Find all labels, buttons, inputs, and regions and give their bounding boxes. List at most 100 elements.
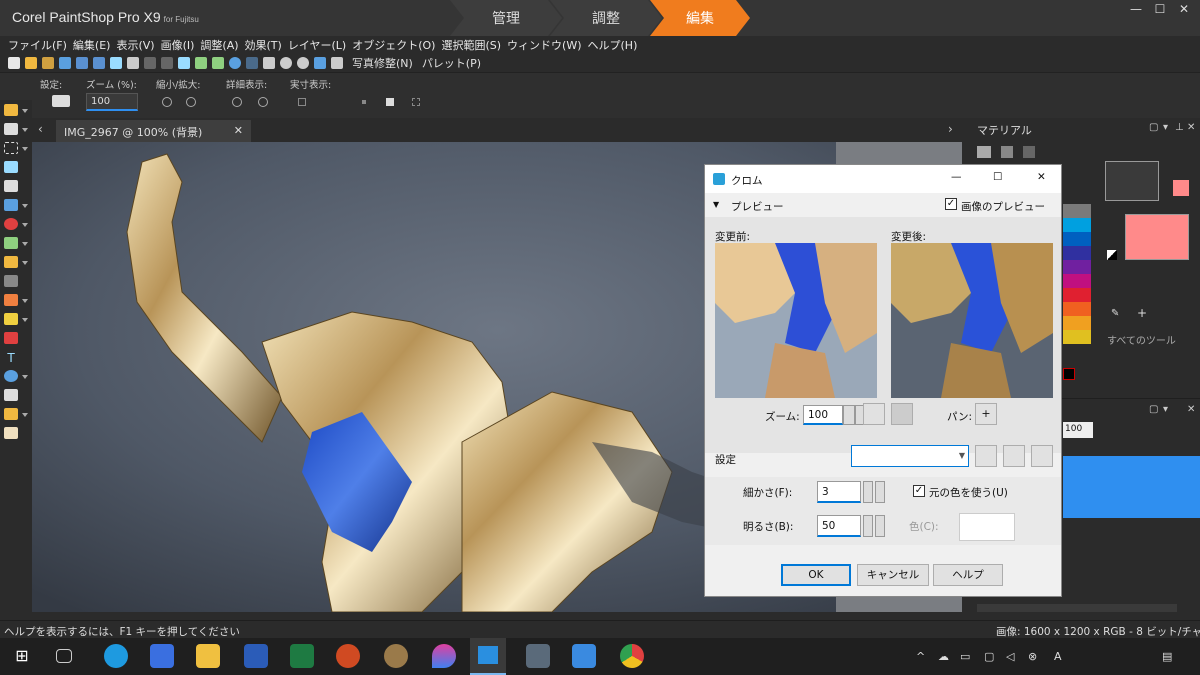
pan-button[interactable]: + [975,403,997,425]
redo-disabled-icon[interactable] [161,57,173,69]
pan-tool-icon[interactable] [4,104,18,116]
pick-tool-icon[interactable] [4,123,18,135]
preview-zoom-input[interactable]: 100 [803,405,843,425]
zoom-out-option-icon[interactable] [162,97,172,107]
shape-tool-icon[interactable] [4,370,18,382]
red-eye-tool-icon[interactable] [4,218,18,230]
color-swatch-disabled[interactable] [959,513,1015,541]
chevron-down-icon[interactable] [22,318,28,322]
chevron-down-icon[interactable] [22,223,28,227]
color-swatches[interactable] [1063,204,1091,344]
zoom-percent-input[interactable]: 100 [86,93,138,111]
tab-edit[interactable]: 編集 [650,0,750,36]
warp-tool-icon[interactable] [4,408,18,420]
brightness-spinner-icon[interactable] [863,515,873,537]
pin-icon[interactable]: ⊥ [1175,122,1184,133]
chrome-icon[interactable] [620,644,644,668]
menu-file[interactable]: ファイル(F) [8,37,67,53]
collapse-preview-icon[interactable]: ▼ [713,200,719,209]
makeover-tool-icon[interactable] [4,237,18,249]
save-preset-icon[interactable] [975,445,997,467]
drop-icon[interactable] [432,644,456,668]
panel-menu-icon[interactable]: ▾ [1163,122,1168,133]
zoom-actual-icon[interactable] [263,57,275,69]
dodge-tool-icon[interactable] [4,294,18,306]
calculator-icon[interactable] [526,644,550,668]
save-as-icon[interactable] [93,57,105,69]
photo-fix-menu[interactable]: 写真修整(N) [352,55,413,71]
hand-preset-icon[interactable] [52,95,70,107]
share-icon[interactable] [110,57,122,69]
zoom-fit-icon[interactable] [246,57,258,69]
eraser-tool-icon[interactable] [4,313,18,325]
zoom-out-icon[interactable] [280,57,292,69]
palette-menu[interactable]: パレット(P) [422,55,481,71]
preset-cube-icon[interactable] [1003,445,1025,467]
fit-window-icon[interactable] [412,98,420,106]
help-button[interactable]: ヘルプ [933,564,1003,586]
document-close-icon[interactable]: ✕ [234,124,243,137]
tray-chevron-up-icon[interactable]: ^ [916,650,930,663]
arrange-icon[interactable] [331,57,343,69]
selection-tool-icon[interactable] [4,142,18,154]
brightness-input[interactable]: 50 [817,515,861,537]
straighten-tool-icon[interactable] [4,199,18,211]
menu-edit[interactable]: 編集(E) [73,37,111,53]
background-color-swatch[interactable] [1125,214,1189,260]
crop-tool-icon[interactable] [4,180,18,192]
open-folder-icon[interactable] [25,57,37,69]
small-dot-icon[interactable] [362,100,366,104]
new-file-icon[interactable] [8,57,20,69]
mail-icon[interactable] [572,644,596,668]
chevron-down-icon[interactable] [22,375,28,379]
detail-spinner-icon[interactable] [863,481,873,503]
reset-preset-icon[interactable] [1031,445,1053,467]
mail-app-icon[interactable] [150,644,174,668]
close-button[interactable]: ✕ [1174,2,1194,16]
dialog-maximize-icon[interactable]: ☐ [993,171,1002,183]
tab-manage[interactable]: 管理 [450,0,562,36]
menu-layers[interactable]: レイヤー(L) [288,37,346,53]
undo-icon[interactable] [195,57,207,69]
ime-off-icon[interactable]: ⊗ [1028,650,1042,663]
swatch-grid-icon[interactable] [977,146,991,158]
scan-icon[interactable] [59,57,71,69]
network-icon[interactable]: ▢ [984,650,998,663]
panel-window-icon[interactable]: ▢ [1149,122,1158,133]
paintshop-taskbar-slot[interactable] [470,638,506,675]
notifications-icon[interactable]: ▤ [1162,650,1176,663]
small-bg-swatch[interactable] [1173,180,1189,196]
menu-adjust[interactable]: 調整(A) [200,37,238,53]
document-tab[interactable]: IMG_2967 @ 100% (背景) ✕ [56,120,251,142]
chevron-down-icon[interactable] [22,242,28,246]
foreground-color-swatch[interactable] [1105,161,1159,201]
crop-icon[interactable] [178,57,190,69]
zoom-reset-button[interactable] [891,403,913,425]
gradient-tool-icon[interactable] [4,275,18,287]
paint-icon[interactable] [384,644,408,668]
ok-button[interactable]: OK [781,564,851,586]
chevron-down-icon[interactable] [22,204,28,208]
panel-close-icon[interactable]: ✕ [1187,122,1195,133]
zoom-spinner-icon[interactable] [843,405,855,425]
fill-tool-icon[interactable] [4,332,18,344]
save-icon[interactable] [76,57,88,69]
after-preview-image[interactable] [891,243,1053,398]
chevron-down-icon[interactable] [22,413,28,417]
menu-effects[interactable]: 効果(T) [245,37,282,53]
all-tools-checkbox-label[interactable]: すべてのツール [1107,332,1176,347]
zoom-in-icon[interactable] [297,57,309,69]
detail-dropdown-icon[interactable] [875,481,885,503]
ime-a-icon[interactable]: A [1054,650,1068,663]
word-icon[interactable] [244,644,268,668]
dropper-tool-icon[interactable] [4,161,18,173]
task-view-icon[interactable] [56,649,72,663]
detail-out-icon[interactable] [232,97,242,107]
use-original-color-checkbox[interactable]: ✓ [913,485,925,497]
chevron-down-icon[interactable] [22,261,28,265]
volume-icon[interactable]: ◁ [1006,650,1020,663]
zoom-fit-button[interactable] [863,403,885,425]
palette-icon[interactable] [1001,146,1013,158]
undo-disabled-icon[interactable] [144,57,156,69]
chevron-down-icon[interactable] [22,128,28,132]
